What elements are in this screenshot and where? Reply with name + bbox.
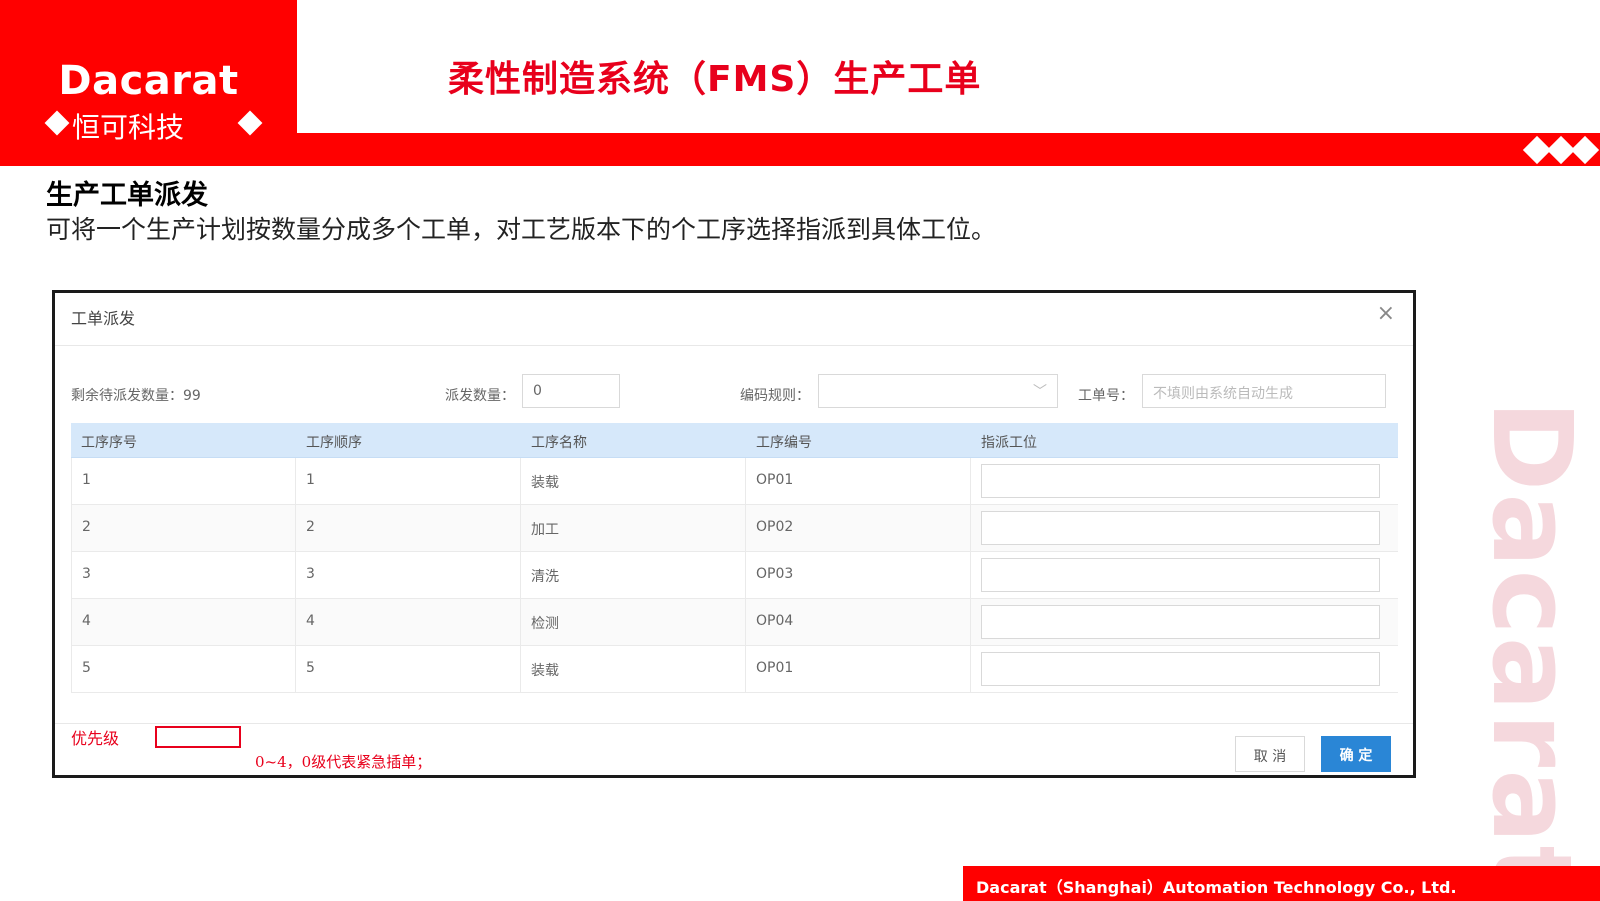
logo: Dacarat (58, 58, 239, 104)
table-cell: 装载 (521, 458, 746, 504)
table-cell (971, 552, 1398, 598)
table-row: 1 1 装载 OP01 (71, 458, 1398, 505)
divider (55, 723, 1413, 724)
priority-label: 优先级 (71, 729, 120, 748)
watermark-text: Dacarat (1468, 400, 1596, 901)
column-header: 工序编号 (756, 435, 812, 451)
column-header: 工序顺序 (306, 435, 362, 451)
column-header: 指派工位 (981, 435, 1037, 451)
table-cell (971, 599, 1398, 645)
code-rule-label: 编码规则： (740, 388, 810, 404)
table-cell: 4 (296, 599, 521, 645)
table-cell: OP01 (746, 458, 971, 504)
table-cell: 1 (71, 458, 296, 504)
table-row: 5 5 装载 OP01 (71, 646, 1398, 693)
dispatch-qty-label: 派发数量： (445, 388, 515, 404)
table-cell (971, 505, 1398, 551)
table-cell: 加工 (521, 505, 746, 551)
dialog-title: 工单派发 (71, 309, 136, 328)
table-cell: OP02 (746, 505, 971, 551)
slide-title: 柔性制造系统（FMS）生产工单 (448, 59, 982, 100)
table-cell: 5 (296, 646, 521, 692)
table-cell: 4 (71, 599, 296, 645)
column-header: 工序序号 (81, 435, 137, 451)
watermark: Dacarat (1468, 400, 1598, 900)
table-header: 工序序号 工序顺序 工序名称 工序编号 指派工位 (71, 423, 1398, 458)
remaining-qty-label: 剩余待派发数量：99 (71, 388, 201, 404)
logo-subtitle: 恒可科技 (0, 104, 297, 148)
dispatch-dialog: 工单派发 × 剩余待派发数量：99 派发数量： 0 编码规则： ﹀ 工单号： 不… (52, 290, 1416, 778)
table-cell: OP01 (746, 646, 971, 692)
table-cell: 装载 (521, 646, 746, 692)
workstation-input[interactable] (981, 652, 1380, 686)
dispatch-qty-input[interactable]: 0 (522, 374, 620, 408)
footer-company: Dacarat（Shanghai）Automation Technology C… (976, 878, 1457, 897)
table-row: 3 3 清洗 OP03 (71, 552, 1398, 599)
cancel-button[interactable]: 取 消 (1235, 736, 1305, 772)
header-band (297, 133, 1600, 166)
table-cell: 3 (296, 552, 521, 598)
workstation-input[interactable] (981, 511, 1380, 545)
table-cell: 1 (296, 458, 521, 504)
table-cell: 3 (71, 552, 296, 598)
table-cell: OP04 (746, 599, 971, 645)
close-icon[interactable]: × (1377, 301, 1395, 326)
table-cell: 检测 (521, 599, 746, 645)
divider (55, 345, 1413, 346)
chevron-down-icon: ﹀ (1033, 384, 1047, 400)
workstation-input[interactable] (981, 464, 1380, 498)
table-row: 4 4 检测 OP04 (71, 599, 1398, 646)
workstation-input[interactable] (981, 558, 1380, 592)
column-header: 工序名称 (531, 435, 587, 451)
diamond-icon (237, 110, 263, 136)
section-description: 可将一个生产计划按数量分成多个工单，对工艺版本下的个工序选择指派到具体工位。 (46, 215, 997, 244)
table-cell: 2 (71, 505, 296, 551)
order-no-label: 工单号： (1078, 388, 1134, 404)
priority-input[interactable] (155, 726, 241, 748)
table-cell: OP03 (746, 552, 971, 598)
order-no-input[interactable]: 不填则由系统自动生成 (1142, 374, 1386, 408)
table-cell: 清洗 (521, 552, 746, 598)
table-cell (971, 646, 1398, 692)
workstation-input[interactable] (981, 605, 1380, 639)
table-cell: 5 (71, 646, 296, 692)
logo-subtitle-text: 恒可科技 (72, 111, 185, 144)
confirm-button[interactable]: 确 定 (1321, 736, 1391, 772)
process-table: 工序序号 工序顺序 工序名称 工序编号 指派工位 1 1 装载 OP01 2 2… (71, 423, 1398, 693)
section-title: 生产工单派发 (46, 180, 208, 211)
table-cell: 2 (296, 505, 521, 551)
table-row: 2 2 加工 OP02 (71, 505, 1398, 552)
priority-hint: 0~4，0级代表紧急插单； (255, 753, 432, 771)
diamond-icon (44, 110, 70, 136)
code-rule-select[interactable]: ﹀ (818, 374, 1058, 408)
table-cell (971, 458, 1398, 504)
